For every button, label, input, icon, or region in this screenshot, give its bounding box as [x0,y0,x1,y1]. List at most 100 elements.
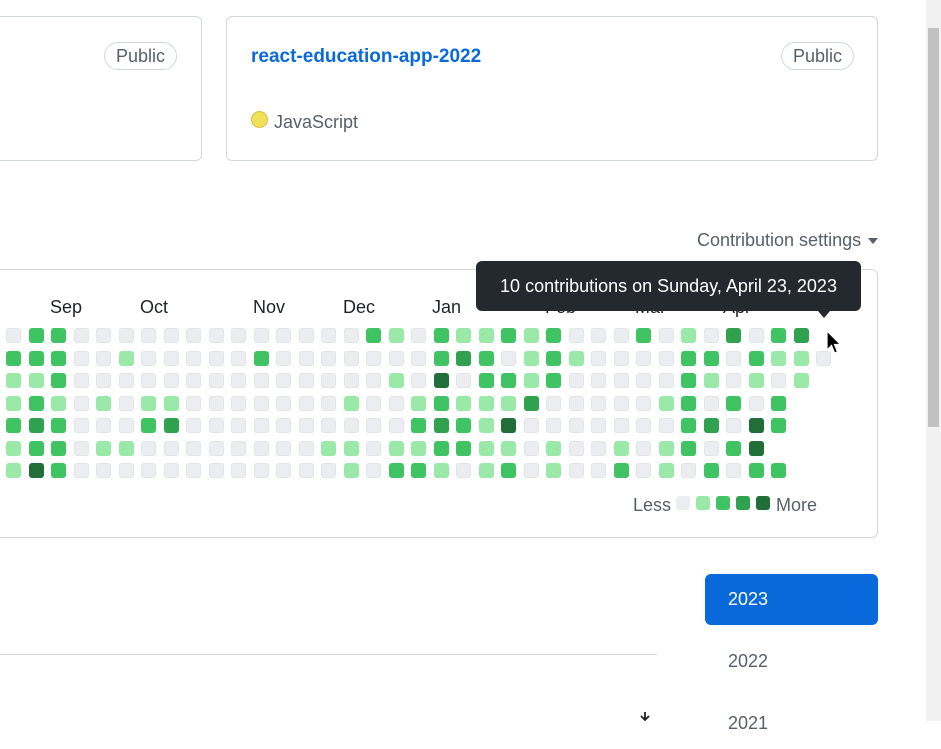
contribution-day[interactable] [433,395,449,411]
contribution-day[interactable] [636,373,651,388]
contribution-day[interactable] [546,418,561,433]
contribution-day[interactable] [591,463,606,478]
contribution-day[interactable] [6,440,21,456]
contribution-day[interactable] [771,350,786,366]
contribution-day[interactable] [658,418,674,433]
contribution-day[interactable] [793,328,809,343]
contribution-day[interactable] [28,395,44,411]
contribution-day[interactable] [478,328,494,343]
contribution-day[interactable] [456,418,471,433]
contribution-day[interactable] [163,373,179,388]
contribution-day[interactable] [703,440,719,456]
contribution-day[interactable] [208,463,224,478]
contribution-day[interactable] [73,328,89,343]
contribution-day[interactable] [388,463,404,478]
contribution-day[interactable] [501,350,516,366]
contribution-day[interactable] [163,418,179,433]
contribution-day[interactable] [613,395,629,411]
contribution-day[interactable] [231,418,246,433]
contribution-day[interactable] [501,418,516,433]
contribution-day[interactable] [388,418,404,433]
contribution-day[interactable] [546,350,561,366]
scrollbar-thumb[interactable] [928,28,939,427]
contribution-day[interactable] [208,440,224,456]
contribution-day[interactable] [366,395,381,411]
contribution-day[interactable] [726,328,741,343]
contribution-day[interactable] [703,350,719,366]
contribution-day[interactable] [546,440,561,456]
contribution-day[interactable] [658,463,674,478]
contribution-day[interactable] [771,463,786,478]
contribution-day[interactable] [568,440,584,456]
contribution-day[interactable] [208,350,224,366]
contribution-day[interactable] [681,463,696,478]
contribution-day[interactable] [118,328,134,343]
contribution-day[interactable] [658,328,674,343]
contribution-day[interactable] [546,328,561,343]
contribution-day[interactable] [681,440,696,456]
contribution-day[interactable] [366,350,381,366]
contribution-day[interactable] [343,350,359,366]
contribution-day[interactable] [253,328,269,343]
contribution-day[interactable] [681,373,696,388]
contribution-day[interactable] [546,395,561,411]
contribution-day[interactable] [28,440,44,456]
contribution-day[interactable] [501,440,516,456]
contribution-day[interactable] [658,350,674,366]
contribution-day[interactable] [681,328,696,343]
contribution-day[interactable] [793,350,809,366]
contribution-day[interactable] [118,463,134,478]
contribution-day[interactable] [276,350,291,366]
contribution-day[interactable] [231,395,246,411]
year-button-2022[interactable]: 2022 [705,636,878,687]
contribution-day[interactable] [231,440,246,456]
contribution-day[interactable] [163,328,179,343]
contribution-day[interactable] [28,328,44,343]
contribution-day[interactable] [253,350,269,366]
contribution-day[interactable] [591,328,606,343]
contribution-day[interactable] [366,418,381,433]
contribution-day[interactable] [568,463,584,478]
contribution-day[interactable] [411,440,426,456]
contribution-day[interactable] [636,440,651,456]
contribution-day[interactable] [208,395,224,411]
contribution-day[interactable] [321,440,336,456]
contribution-day[interactable] [73,440,89,456]
contribution-day[interactable] [478,463,494,478]
contribution-day[interactable] [96,440,111,456]
contribution-day[interactable] [613,350,629,366]
contribution-day[interactable] [73,350,89,366]
contribution-day[interactable] [73,395,89,411]
contribution-day[interactable] [411,463,426,478]
contribution-day[interactable] [501,328,516,343]
contribution-day[interactable] [411,395,426,411]
contribution-day[interactable] [681,418,696,433]
contribution-day[interactable] [51,350,66,366]
contribution-day[interactable] [636,463,651,478]
contribution-day[interactable] [568,395,584,411]
contribution-day[interactable] [186,328,201,343]
contribution-day[interactable] [591,395,606,411]
contribution-day[interactable] [73,373,89,388]
contribution-day[interactable] [771,395,786,411]
contribution-day[interactable] [28,418,44,433]
contribution-day[interactable] [298,418,314,433]
contribution-day[interactable] [568,328,584,343]
contribution-day[interactable] [748,395,764,411]
contribution-day[interactable] [231,463,246,478]
contribution-day[interactable] [703,328,719,343]
contribution-day[interactable] [523,440,539,456]
contribution-day[interactable] [591,373,606,388]
contribution-day[interactable] [523,395,539,411]
contribution-day[interactable] [186,418,201,433]
contribution-day[interactable] [433,328,449,343]
contribution-day[interactable] [253,373,269,388]
contribution-day[interactable] [748,440,764,456]
contribution-day[interactable] [6,463,21,478]
contribution-day[interactable] [546,463,561,478]
contribution-day[interactable] [523,350,539,366]
contribution-day[interactable] [636,395,651,411]
contribution-day[interactable] [186,395,201,411]
contribution-day[interactable] [501,463,516,478]
repo-link[interactable]: react-education-app-2022 [251,46,481,68]
